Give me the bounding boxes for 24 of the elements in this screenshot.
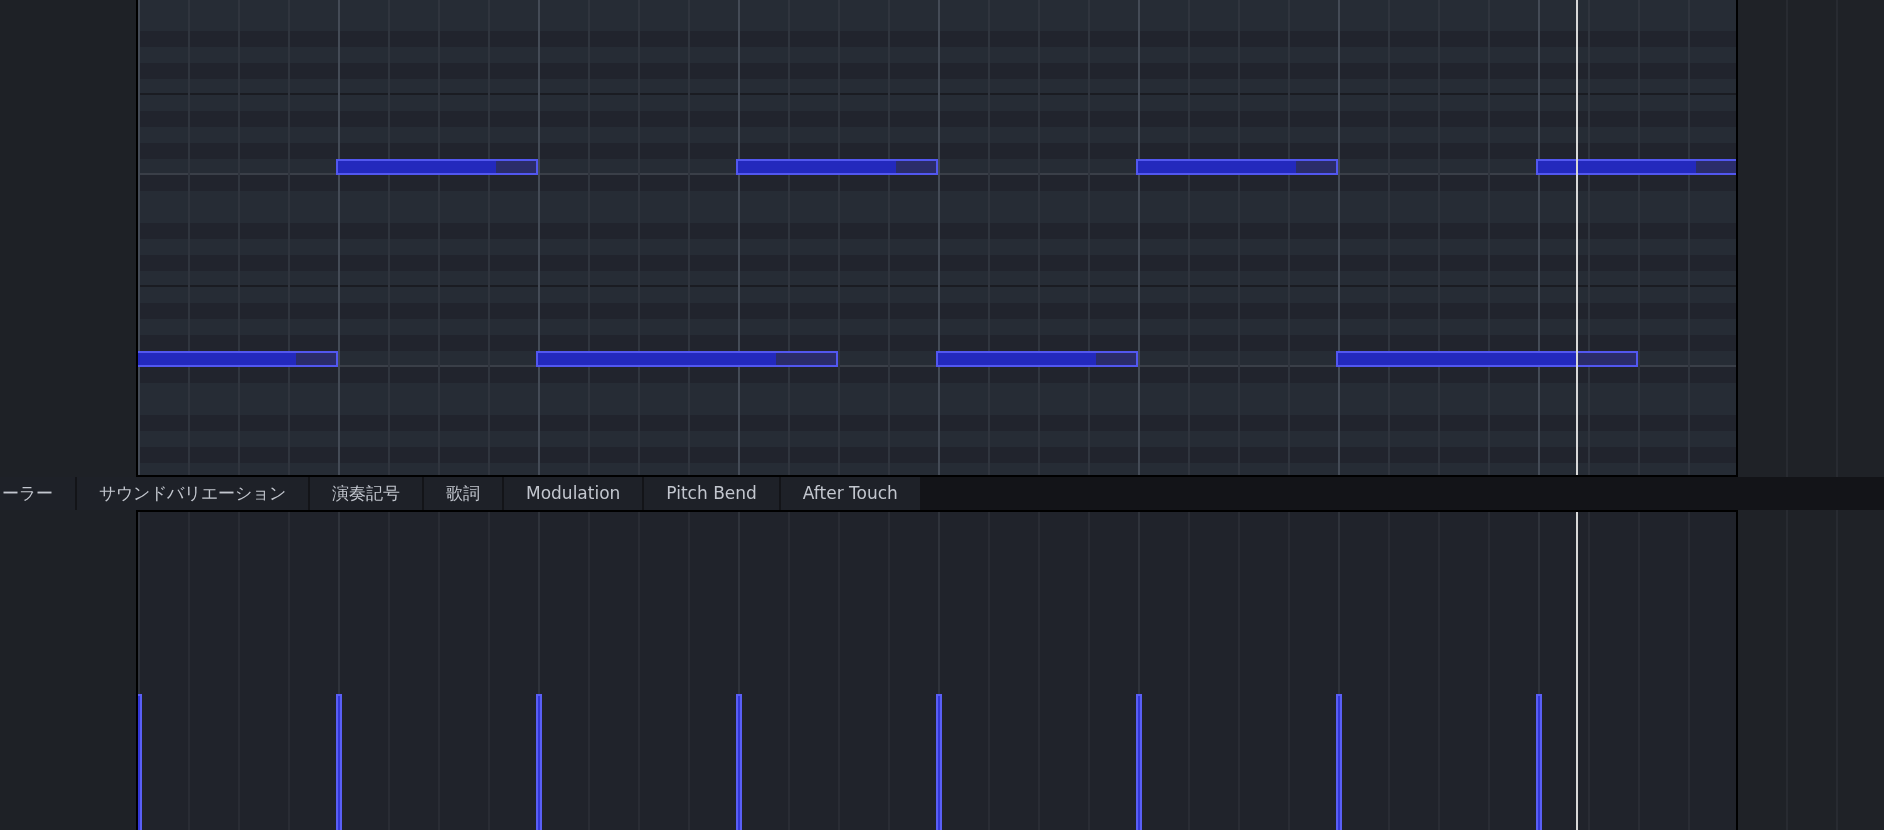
velocity-bar[interactable] [1536, 694, 1542, 830]
tab[interactable]: After Touch [780, 477, 922, 510]
velocity-bar[interactable] [336, 694, 342, 830]
tab[interactable]: 歌詞 [424, 477, 504, 510]
tab[interactable]: サウンドバリエーション [77, 477, 310, 510]
playhead-line[interactable] [1576, 0, 1578, 475]
velocity-bar[interactable] [1336, 694, 1342, 830]
note-block[interactable] [1136, 159, 1338, 175]
note-block[interactable] [138, 351, 338, 367]
playhead-line[interactable] [1576, 512, 1578, 830]
velocity-bar[interactable] [1136, 694, 1142, 830]
note-block[interactable] [936, 351, 1138, 367]
note-block[interactable] [1336, 351, 1638, 367]
note-block[interactable] [1536, 159, 1736, 175]
velocity-bar[interactable] [936, 694, 942, 830]
note-block[interactable] [736, 159, 938, 175]
tab[interactable]: Pitch Bend [644, 477, 781, 510]
note-block[interactable] [536, 351, 838, 367]
tab[interactable]: ーラー [0, 477, 77, 510]
tab[interactable]: Modulation [504, 477, 645, 510]
velocity-bar[interactable] [536, 694, 542, 830]
note-block[interactable] [336, 159, 538, 175]
tab[interactable]: 演奏記号 [310, 477, 424, 510]
velocity-bar[interactable] [736, 694, 742, 830]
